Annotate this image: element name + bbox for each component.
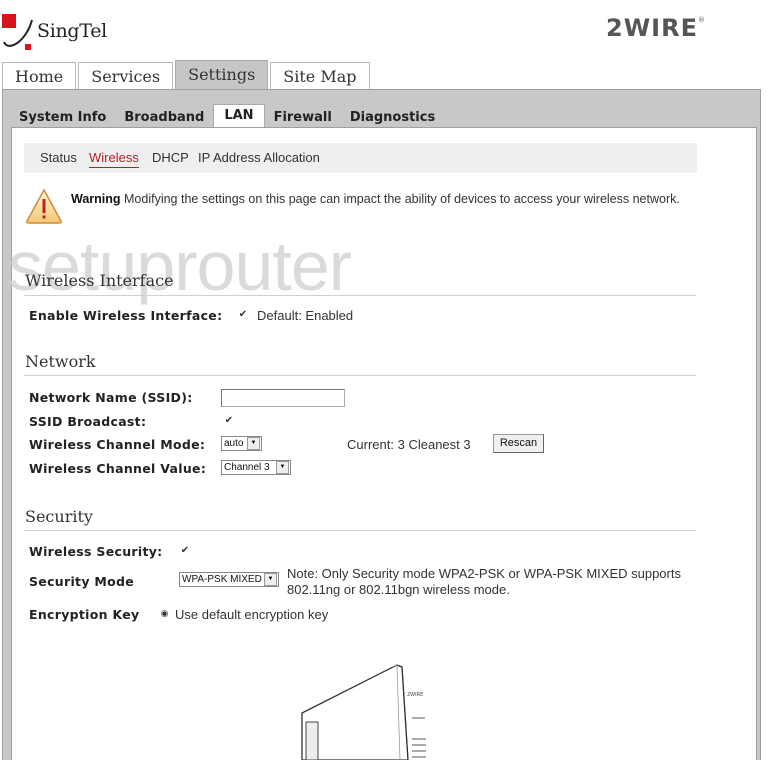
section-title-security: Security <box>25 507 93 526</box>
secnav-wireless[interactable]: Wireless <box>89 150 139 168</box>
section-divider <box>24 375 696 376</box>
subtab-diagnostics[interactable]: Diagnostics <box>341 106 444 128</box>
security-mode-value: WPA-PSK MIXED <box>182 574 262 585</box>
section-title-network: Network <box>25 352 96 371</box>
ssid-broadcast-checkbox[interactable]: ✔ <box>224 416 234 426</box>
singtel-brand-text: SingTel <box>37 20 107 42</box>
chevron-down-icon: ▼ <box>264 573 277 586</box>
ssid-broadcast-label: SSID Broadcast: <box>29 414 147 429</box>
ssid-input[interactable] <box>221 389 345 407</box>
secnav-status[interactable]: Status <box>40 150 77 165</box>
current-channel-value: 3 <box>397 437 405 452</box>
sub-tabs: System Info Broadband LAN Firewall Diagn… <box>10 104 444 128</box>
main-tabs: Home Services Settings Site Map <box>2 60 372 90</box>
section-divider <box>24 530 696 531</box>
tab-services[interactable]: Services <box>78 62 174 90</box>
singtel-logo: SingTel <box>0 8 120 50</box>
rescan-button[interactable]: Rescan <box>493 434 544 453</box>
default-encryption-option-label: Use default encryption key <box>175 607 329 622</box>
section-title-wireless-interface: Wireless Interface <box>25 271 174 290</box>
wireless-security-label: Wireless Security: <box>29 544 163 559</box>
subtab-lan[interactable]: LAN <box>213 104 265 128</box>
enable-wireless-default-note: Default: Enabled <box>257 308 354 323</box>
default-encryption-radio[interactable]: ◉ <box>160 610 169 619</box>
wireless-security-checkbox[interactable]: ✔ <box>180 546 190 556</box>
security-mode-note-line2: 802.11ng or 802.11bgn wireless mode. <box>287 582 510 597</box>
subtab-broadband[interactable]: Broadband <box>115 106 213 128</box>
secnav-ip-address-allocation[interactable]: IP Address Allocation <box>198 150 320 165</box>
tab-home[interactable]: Home <box>2 62 77 90</box>
warning-title: Warning <box>71 192 121 206</box>
ssid-label: Network Name (SSID): <box>29 390 193 405</box>
channel-mode-label: Wireless Channel Mode: <box>29 437 206 452</box>
singtel-red-square-icon <box>2 14 16 28</box>
secnav-dhcp[interactable]: DHCP <box>152 150 189 165</box>
encryption-key-label: Encryption Key <box>29 607 140 622</box>
section-nav: Status Wireless DHCP IP Address Allocati… <box>24 143 697 173</box>
router-illustration-icon: 2WIRE <box>301 664 426 760</box>
channel-mode-select[interactable]: auto ▼ <box>221 436 262 451</box>
security-mode-note-line1: Note: Only Security mode WPA2-PSK or WPA… <box>287 566 681 581</box>
channel-mode-value: auto <box>224 438 244 449</box>
singtel-small-square-icon <box>25 44 31 50</box>
registered-mark: ® <box>697 16 705 24</box>
cleanest-channel-value: 3 <box>463 437 471 452</box>
section-divider <box>24 295 696 296</box>
enable-wireless-label: Enable Wireless Interface: <box>29 308 223 323</box>
tab-settings[interactable]: Settings <box>175 60 269 90</box>
2wire-logo: 2WIRE® <box>606 14 726 44</box>
chevron-down-icon: ▼ <box>247 437 260 450</box>
cleanest-channel-label: Cleanest <box>408 437 460 452</box>
enable-wireless-checkbox[interactable]: ✔ <box>238 310 248 320</box>
warning-body: Modifying the settings on this page can … <box>124 192 680 206</box>
subtab-firewall[interactable]: Firewall <box>265 106 341 128</box>
chevron-down-icon: ▼ <box>276 461 289 474</box>
security-mode-note: Note: Only Security mode WPA2-PSK or WPA… <box>287 566 681 598</box>
2wire-brand-text: 2WIRE <box>606 14 698 42</box>
subtab-system-info[interactable]: System Info <box>10 106 115 128</box>
svg-text:2WIRE: 2WIRE <box>407 692 423 698</box>
tab-site-map[interactable]: Site Map <box>270 62 370 90</box>
channel-value-value: Channel 3 <box>224 462 270 473</box>
channel-value-label: Wireless Channel Value: <box>29 461 207 476</box>
current-channel-label: Current: <box>347 437 394 452</box>
security-mode-select[interactable]: WPA-PSK MIXED ▼ <box>179 572 279 587</box>
warning-message: Warning Modifying the settings on this p… <box>71 190 711 208</box>
channel-value-select[interactable]: Channel 3 ▼ <box>221 460 291 475</box>
channel-status: Current: 3 Cleanest 3 <box>347 437 471 452</box>
security-mode-label: Security Mode <box>29 574 135 589</box>
warning-triangle-icon <box>26 188 62 224</box>
